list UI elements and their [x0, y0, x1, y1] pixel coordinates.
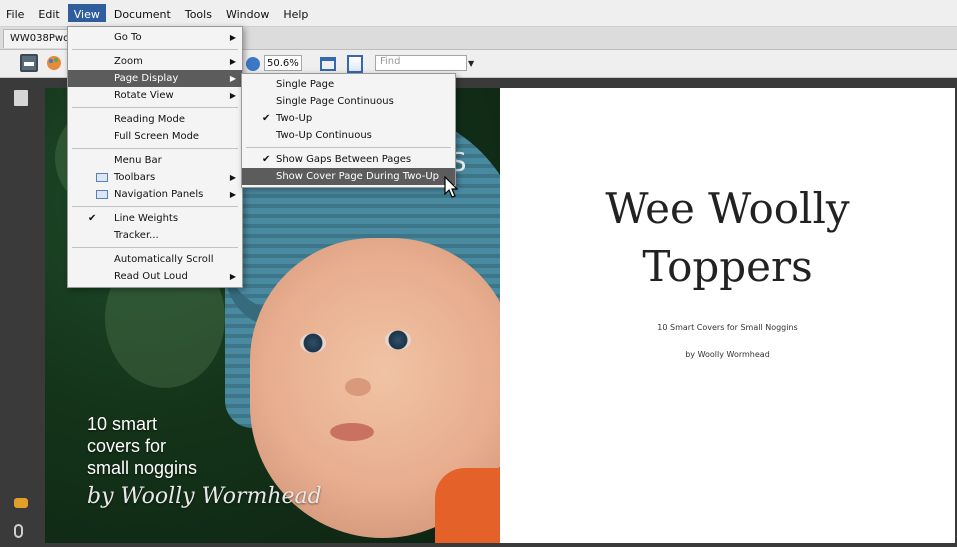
- submenu-arrow-icon: ▶: [229, 91, 236, 100]
- cover-author: by Woolly Wormhead: [87, 484, 322, 509]
- menu-item-line-weights[interactable]: ✔ Line Weights: [68, 210, 242, 227]
- book-title-line: Toppers: [642, 242, 813, 291]
- checkmark-icon: ✔: [262, 154, 271, 165]
- checkmark-icon: ✔: [262, 113, 271, 124]
- menu-separator: [72, 107, 238, 108]
- menu-item-label: Full Screen Mode: [114, 131, 200, 142]
- book-title: Wee Woolly Toppers: [500, 180, 955, 296]
- submenu-arrow-icon: ▶: [229, 190, 236, 199]
- menu-item-label: Automatically Scroll: [114, 254, 214, 265]
- submenu-arrow-icon: ▶: [229, 33, 236, 42]
- toolbars-icon: [96, 173, 108, 182]
- menu-tools[interactable]: Tools: [179, 4, 218, 22]
- menu-item-label: Rotate View: [114, 90, 174, 101]
- menu-item-page-display[interactable]: Page Display ▶: [68, 70, 242, 87]
- submenu-arrow-icon: ▶: [229, 272, 236, 281]
- menu-item-label: Single Page: [276, 79, 335, 90]
- mouse-pointer-icon: [444, 176, 458, 198]
- submenu-arrow-icon: ▶: [229, 74, 236, 83]
- menu-edit[interactable]: Edit: [32, 4, 65, 22]
- menu-item-two-up[interactable]: ✔ Two-Up: [242, 110, 455, 127]
- menu-separator: [72, 206, 238, 207]
- book-title-line: Wee Woolly: [605, 184, 850, 233]
- menu-document[interactable]: Document: [108, 4, 177, 22]
- find-dropdown-arrow-icon[interactable]: ▼: [468, 59, 474, 68]
- menu-item-label: Page Display: [114, 73, 179, 84]
- menu-item-label: Line Weights: [114, 213, 179, 224]
- menu-item-label: Tracker...: [114, 230, 159, 241]
- menu-item-go-to[interactable]: Go To ▶: [68, 29, 242, 46]
- menu-item-read-out-loud[interactable]: Read Out Loud ▶: [68, 268, 242, 285]
- menu-item-label: Toolbars: [114, 172, 156, 183]
- menu-separator: [246, 147, 451, 148]
- orange-shirt: [435, 468, 500, 543]
- page-display-submenu: Single Page Single Page Continuous ✔ Two-…: [241, 73, 456, 188]
- cover-tagline-line: small noggins: [87, 458, 198, 478]
- checkmark-icon: ✔: [88, 213, 97, 224]
- menu-file[interactable]: File: [0, 4, 30, 22]
- menu-item-rotate-view[interactable]: Rotate View ▶: [68, 87, 242, 104]
- menu-item-label: Single Page Continuous: [276, 96, 394, 107]
- book-subtitle: 10 Smart Covers for Small Noggins: [657, 323, 798, 332]
- view-menu: Go To ▶ Zoom ▶ Page Display ▶ Rotate View ▶ …: [67, 26, 243, 288]
- menu-item-label: Reading Mode: [114, 114, 186, 125]
- title-page: Wee Woolly Toppers 10 Smart Covers for S…: [500, 88, 955, 543]
- menu-item-automatically-scroll[interactable]: Automatically Scroll: [68, 251, 242, 268]
- submenu-arrow-icon: ▶: [229, 57, 236, 66]
- navigation-rail: [0, 78, 40, 547]
- cover-tagline-line: 10 smart: [87, 414, 158, 434]
- menu-item-single-page[interactable]: Single Page: [242, 76, 455, 93]
- menu-window[interactable]: Window: [220, 4, 275, 22]
- menu-item-reading-mode[interactable]: Reading Mode: [68, 111, 242, 128]
- zoom-in-icon[interactable]: [246, 57, 260, 71]
- menu-item-label: Menu Bar: [114, 155, 162, 166]
- fit-page-icon[interactable]: [347, 55, 363, 73]
- menu-item-label: Two-Up: [276, 113, 313, 124]
- palette-icon[interactable]: [44, 54, 64, 72]
- book-author: by Woolly Wormhead: [685, 350, 770, 359]
- fit-width-icon[interactable]: [320, 57, 336, 71]
- pages-panel-icon[interactable]: [14, 90, 28, 106]
- baby-eye-right: [385, 330, 411, 350]
- document-tab[interactable]: WW038Pwo: [3, 29, 77, 48]
- find-input[interactable]: Find: [375, 55, 467, 71]
- cover-tagline-line: covers for: [87, 436, 167, 456]
- menu-item-label: Show Gaps Between Pages: [276, 154, 412, 165]
- menu-item-navigation-panels[interactable]: Navigation Panels ▶: [68, 186, 242, 203]
- baby-mouth: [330, 423, 374, 441]
- zoom-combo[interactable]: 50.6%: [264, 55, 302, 71]
- navigation-panels-icon: [96, 190, 108, 199]
- menu-item-single-page-continuous[interactable]: Single Page Continuous: [242, 93, 455, 110]
- menu-item-label: Navigation Panels: [114, 189, 204, 200]
- baby-nose: [345, 378, 371, 396]
- menu-item-two-up-continuous[interactable]: Two-Up Continuous: [242, 127, 455, 144]
- menu-separator: [72, 49, 238, 50]
- cover-tagline: 10 smart covers for small noggins: [87, 413, 197, 479]
- menu-separator: [72, 148, 238, 149]
- menu-view[interactable]: View: [67, 4, 106, 22]
- menu-item-label: Read Out Loud: [114, 271, 188, 282]
- menu-item-show-gaps-between-pages[interactable]: ✔ Show Gaps Between Pages: [242, 151, 455, 168]
- menu-item-label: Two-Up Continuous: [276, 130, 372, 141]
- menu-separator: [72, 247, 238, 248]
- menu-item-toolbars[interactable]: Toolbars ▶: [68, 169, 242, 186]
- app-window: File Edit View Document Tools Window Hel…: [0, 0, 957, 547]
- print-icon[interactable]: [20, 54, 38, 72]
- menu-item-show-cover-page-two-up[interactable]: Show Cover Page During Two-Up: [242, 168, 455, 185]
- menu-help[interactable]: Help: [277, 4, 314, 22]
- attachments-panel-icon[interactable]: [14, 524, 23, 538]
- menu-item-tracker[interactable]: Tracker...: [68, 227, 242, 244]
- baby-eye-left: [300, 333, 326, 353]
- menu-item-full-screen-mode[interactable]: Full Screen Mode: [68, 128, 242, 145]
- comments-panel-icon[interactable]: [14, 498, 28, 508]
- submenu-arrow-icon: ▶: [229, 173, 236, 182]
- menu-item-label: Zoom: [114, 56, 143, 67]
- menu-bar: File Edit View Document Tools Window Hel…: [0, 0, 957, 27]
- menu-item-label: Go To: [114, 32, 142, 43]
- menu-item-label: Show Cover Page During Two-Up: [276, 171, 440, 182]
- menu-item-zoom[interactable]: Zoom ▶: [68, 53, 242, 70]
- menu-item-menu-bar[interactable]: Menu Bar: [68, 152, 242, 169]
